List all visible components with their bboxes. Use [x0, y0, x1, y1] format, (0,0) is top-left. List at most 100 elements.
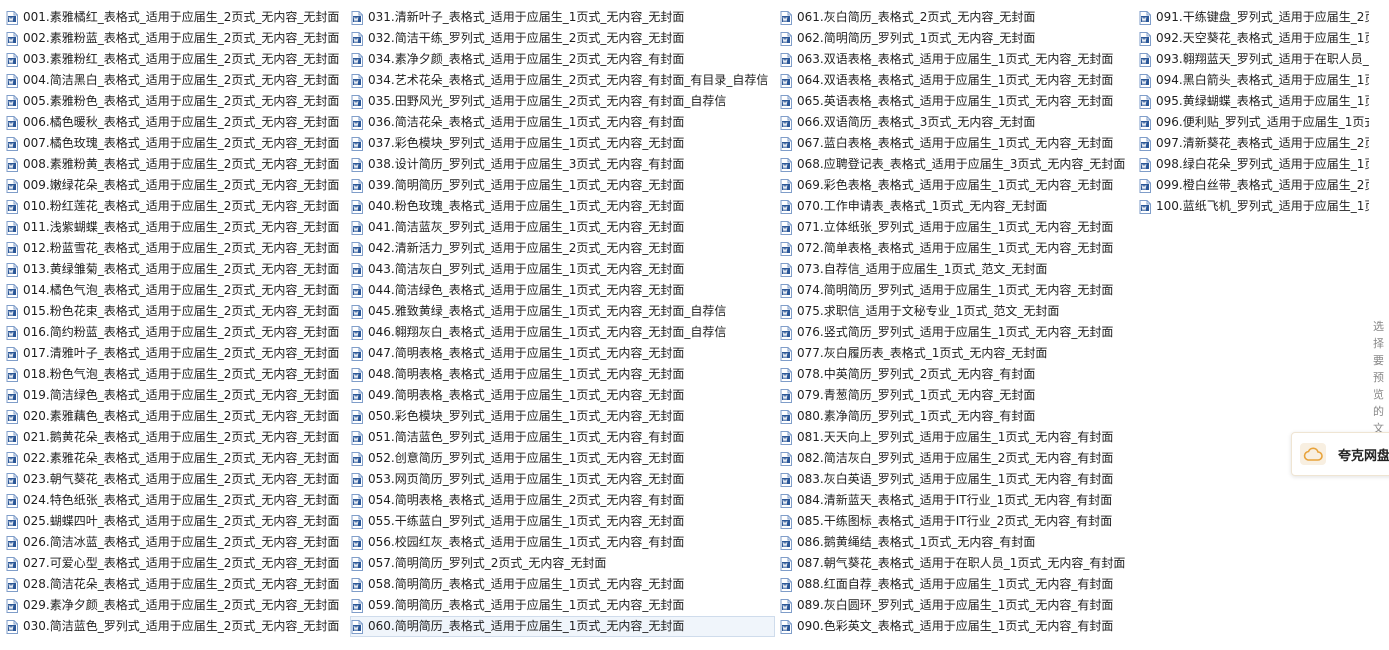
file-item[interactable]: 083.灰白英语_罗列式_适用于应届生_1页式_无内容_有封面 — [779, 469, 1134, 490]
file-item[interactable]: 079.青葱简历_罗列式_1页式_无内容_无封面 — [779, 385, 1134, 406]
file-item[interactable]: 007.橘色玫瑰_表格式_适用于应届生_2页式_无内容_无封面 — [5, 133, 345, 154]
file-item[interactable]: 004.简洁黑白_表格式_适用于应届生_2页式_无内容_无封面 — [5, 70, 345, 91]
file-item[interactable]: 093.翱翔蓝天_罗列式_适用于在职人员_2页式 — [1138, 49, 1369, 70]
file-item[interactable]: 088.红面自荐_表格式_适用于应届生_1页式_无内容_有封面 — [779, 574, 1134, 595]
file-item[interactable]: 096.便利贴_罗列式_适用于应届生_1页式 — [1138, 112, 1369, 133]
file-item[interactable]: 032.简洁干练_罗列式_适用于应届生_2页式_无内容_无封面 — [350, 28, 775, 49]
file-item[interactable]: 014.橘色气泡_表格式_适用于应届生_2页式_无内容_无封面 — [5, 280, 345, 301]
file-item[interactable]: 006.橘色暖秋_表格式_适用于应届生_2页式_无内容_无封面 — [5, 112, 345, 133]
file-item[interactable]: 053.网页简历_罗列式_适用于应届生_1页式_无内容_无封面 — [350, 469, 775, 490]
file-item[interactable]: 069.彩色表格_表格式_适用于应届生_1页式_无内容_无封面 — [779, 175, 1134, 196]
file-item[interactable]: 092.天空葵花_表格式_适用于应届生_1页式 — [1138, 28, 1369, 49]
file-item[interactable]: 034.素净夕颜_表格式_适用于应届生_2页式_无内容_有封面 — [350, 49, 775, 70]
file-item[interactable]: 017.清雅叶子_表格式_适用于应届生_2页式_无内容_无封面 — [5, 343, 345, 364]
file-item[interactable]: 008.素雅粉黄_表格式_适用于应届生_2页式_无内容_无封面 — [5, 154, 345, 175]
file-item[interactable]: 001.素雅橘红_表格式_适用于应届生_2页式_无内容_无封面 — [5, 7, 345, 28]
file-item[interactable]: 098.绿白花朵_罗列式_适用于应届生_1页式 — [1138, 154, 1369, 175]
file-item[interactable]: 074.简明简历_罗列式_适用于应届生_1页式_无内容_无封面 — [779, 280, 1134, 301]
file-item[interactable]: 038.设计简历_罗列式_适用于应届生_3页式_无内容_有封面 — [350, 154, 775, 175]
file-item[interactable]: 020.素雅藕色_表格式_适用于应届生_2页式_无内容_无封面 — [5, 406, 345, 427]
file-item[interactable]: 100.蓝纸飞机_罗列式_适用于应届生_1页式 — [1138, 196, 1369, 217]
file-item[interactable]: 024.特色纸张_表格式_适用于应届生_2页式_无内容_无封面 — [5, 490, 345, 511]
file-item[interactable]: 039.简明简历_罗列式_适用于应届生_1页式_无内容_无封面 — [350, 175, 775, 196]
file-item[interactable]: 075.求职信_适用于文秘专业_1页式_范文_无封面 — [779, 301, 1134, 322]
file-item[interactable]: 071.立体纸张_罗列式_适用于应届生_1页式_无内容_无封面 — [779, 217, 1134, 238]
file-item[interactable]: 094.黑白箭头_表格式_适用于应届生_1页式 — [1138, 70, 1369, 91]
file-item[interactable]: 062.简明简历_罗列式_1页式_无内容_无封面 — [779, 28, 1134, 49]
file-item[interactable]: 057.简明简历_罗列式_2页式_无内容_无封面 — [350, 553, 775, 574]
file-item[interactable]: 036.简洁花朵_表格式_适用于应届生_1页式_无内容_有封面 — [350, 112, 775, 133]
file-item[interactable]: 076.竖式简历_罗列式_适用于应届生_1页式_无内容_无封面 — [779, 322, 1134, 343]
file-item[interactable]: 087.朝气葵花_表格式_适用于在职人员_1页式_无内容_有封面 — [779, 553, 1134, 574]
file-item[interactable]: 002.素雅粉蓝_表格式_适用于应届生_2页式_无内容_无封面 — [5, 28, 345, 49]
file-item[interactable]: 028.简洁花朵_表格式_适用于应届生_2页式_无内容_无封面 — [5, 574, 345, 595]
file-item[interactable]: 061.灰白简历_表格式_2页式_无内容_无封面 — [779, 7, 1134, 28]
file-item[interactable]: 025.蝴蝶四叶_表格式_适用于应届生_2页式_无内容_无封面 — [5, 511, 345, 532]
file-item[interactable]: 005.素雅粉色_表格式_适用于应届生_2页式_无内容_无封面 — [5, 91, 345, 112]
file-item[interactable]: 034.艺术花朵_表格式_适用于应届生_2页式_无内容_有封面_有目录_自荐信 — [350, 70, 775, 91]
file-item[interactable]: 016.简约粉蓝_表格式_适用于应届生_2页式_无内容_无封面 — [5, 322, 345, 343]
file-item[interactable]: 035.田野风光_罗列式_适用于应届生_2页式_无内容_有封面_自荐信 — [350, 91, 775, 112]
file-item[interactable]: 060.简明简历_表格式_适用于应届生_1页式_无内容_无封面 — [350, 616, 775, 637]
file-item[interactable]: 064.双语表格_表格式_适用于应届生_1页式_无内容_无封面 — [779, 70, 1134, 91]
file-item[interactable]: 015.粉色花束_表格式_适用于应届生_2页式_无内容_无封面 — [5, 301, 345, 322]
file-item[interactable]: 051.简洁蓝色_罗列式_适用于应届生_1页式_无内容_有封面 — [350, 427, 775, 448]
file-item[interactable]: 041.简洁蓝灰_罗列式_适用于应届生_1页式_无内容_无封面 — [350, 217, 775, 238]
file-item[interactable]: 019.简洁绿色_表格式_适用于应届生_2页式_无内容_无封面 — [5, 385, 345, 406]
file-item[interactable]: 090.色彩英文_表格式_适用于应届生_1页式_无内容_有封面 — [779, 616, 1134, 637]
file-item[interactable]: 077.灰白履历表_表格式_1页式_无内容_无封面 — [779, 343, 1134, 364]
file-item[interactable]: 099.橙白丝带_表格式_适用于应届生_2页式 — [1138, 175, 1369, 196]
file-item[interactable]: 086.鹅黄绳结_表格式_1页式_无内容_有封面 — [779, 532, 1134, 553]
file-item[interactable]: 050.彩色模块_罗列式_适用于应届生_1页式_无内容_无封面 — [350, 406, 775, 427]
file-item[interactable]: 089.灰白圆环_罗列式_适用于应届生_1页式_无内容_有封面 — [779, 595, 1134, 616]
file-item[interactable]: 049.简明表格_表格式_适用于应届生_1页式_无内容_无封面 — [350, 385, 775, 406]
file-item[interactable]: 066.双语简历_表格式_3页式_无内容_无封面 — [779, 112, 1134, 133]
file-item[interactable]: 055.干练蓝白_罗列式_适用于应届生_1页式_无内容_无封面 — [350, 511, 775, 532]
file-item[interactable]: 011.浅紫蝴蝶_表格式_适用于应届生_2页式_无内容_无封面 — [5, 217, 345, 238]
file-item[interactable]: 003.素雅粉红_表格式_适用于应届生_2页式_无内容_无封面 — [5, 49, 345, 70]
file-item[interactable]: 063.双语表格_表格式_适用于应届生_1页式_无内容_无封面 — [779, 49, 1134, 70]
file-item[interactable]: 070.工作申请表_表格式_1页式_无内容_无封面 — [779, 196, 1134, 217]
file-item[interactable]: 048.简明表格_表格式_适用于应届生_1页式_无内容_无封面 — [350, 364, 775, 385]
file-item[interactable]: 052.创意简历_罗列式_适用于应届生_1页式_无内容_无封面 — [350, 448, 775, 469]
file-item[interactable]: 084.清新蓝天_表格式_适用于IT行业_1页式_无内容_有封面 — [779, 490, 1134, 511]
quark-cloud-popup[interactable]: 夸克网盘 — [1291, 432, 1389, 476]
file-item[interactable]: 012.粉蓝雪花_表格式_适用于应届生_2页式_无内容_无封面 — [5, 238, 345, 259]
file-item[interactable]: 040.粉色玫瑰_表格式_适用于应届生_1页式_无内容_无封面 — [350, 196, 775, 217]
file-item[interactable]: 013.黄绿雏菊_表格式_适用于应届生_2页式_无内容_无封面 — [5, 259, 345, 280]
file-item[interactable]: 054.简明表格_表格式_适用于应届生_2页式_无内容_有封面 — [350, 490, 775, 511]
file-item[interactable]: 056.校园红灰_表格式_适用于应届生_1页式_无内容_有封面 — [350, 532, 775, 553]
file-item[interactable]: 080.素净简历_罗列式_1页式_无内容_有封面 — [779, 406, 1134, 427]
file-item[interactable]: 081.天天向上_罗列式_适用于应届生_1页式_无内容_有封面 — [779, 427, 1134, 448]
file-item[interactable]: 045.雅致黄绿_表格式_适用于应届生_1页式_无内容_无封面_自荐信 — [350, 301, 775, 322]
file-item[interactable]: 065.英语表格_表格式_适用于应届生_1页式_无内容_无封面 — [779, 91, 1134, 112]
file-item[interactable]: 085.干练图标_表格式_适用于IT行业_2页式_无内容_有封面 — [779, 511, 1134, 532]
file-item[interactable]: 009.嫩绿花朵_表格式_适用于应届生_2页式_无内容_无封面 — [5, 175, 345, 196]
file-item[interactable]: 030.简洁蓝色_罗列式_适用于应届生_2页式_无内容_无封面 — [5, 616, 345, 637]
file-item[interactable]: 043.简洁灰白_罗列式_适用于应届生_1页式_无内容_无封面 — [350, 259, 775, 280]
file-item[interactable]: 078.中英简历_罗列式_2页式_无内容_有封面 — [779, 364, 1134, 385]
file-item[interactable]: 047.简明表格_表格式_适用于应届生_1页式_无内容_无封面 — [350, 343, 775, 364]
file-item[interactable]: 058.简明简历_表格式_适用于应届生_1页式_无内容_无封面 — [350, 574, 775, 595]
file-item[interactable]: 027.可爱心型_表格式_适用于应届生_2页式_无内容_无封面 — [5, 553, 345, 574]
file-item[interactable]: 037.彩色模块_罗列式_适用于应届生_1页式_无内容_无封面 — [350, 133, 775, 154]
file-item[interactable]: 059.简明简历_表格式_适用于应届生_1页式_无内容_无封面 — [350, 595, 775, 616]
file-item[interactable]: 029.素净夕颜_表格式_适用于应届生_2页式_无内容_无封面 — [5, 595, 345, 616]
file-item[interactable]: 095.黄绿蝴蝶_表格式_适用于应届生_1页式 — [1138, 91, 1369, 112]
file-item[interactable]: 022.素雅花朵_表格式_适用于应届生_2页式_无内容_无封面 — [5, 448, 345, 469]
file-item[interactable]: 031.清新叶子_表格式_适用于应届生_1页式_无内容_无封面 — [350, 7, 775, 28]
file-item[interactable]: 010.粉红莲花_表格式_适用于应届生_2页式_无内容_无封面 — [5, 196, 345, 217]
file-item[interactable]: 091.干练键盘_罗列式_适用于应届生_2页式 — [1138, 7, 1369, 28]
file-item[interactable]: 072.简单表格_表格式_适用于应届生_1页式_无内容_无封面 — [779, 238, 1134, 259]
file-item[interactable]: 023.朝气葵花_表格式_适用于应届生_2页式_无内容_无封面 — [5, 469, 345, 490]
file-item[interactable]: 018.粉色气泡_表格式_适用于应届生_2页式_无内容_无封面 — [5, 364, 345, 385]
file-item[interactable]: 046.翱翔灰白_表格式_适用于应届生_1页式_无内容_无封面_自荐信 — [350, 322, 775, 343]
file-item[interactable]: 021.鹅黄花朵_表格式_适用于应届生_2页式_无内容_无封面 — [5, 427, 345, 448]
file-item[interactable]: 068.应聘登记表_表格式_适用于应届生_3页式_无内容_无封面 — [779, 154, 1134, 175]
file-item[interactable]: 026.简洁冰蓝_表格式_适用于应届生_2页式_无内容_无封面 — [5, 532, 345, 553]
file-item[interactable]: 097.清新葵花_表格式_适用于应届生_2页式 — [1138, 133, 1369, 154]
file-item[interactable]: 082.简洁灰白_罗列式_适用于应届生_2页式_无内容_有封面 — [779, 448, 1134, 469]
file-item[interactable]: 042.清新活力_罗列式_适用于应届生_2页式_无内容_无封面 — [350, 238, 775, 259]
file-item[interactable]: 067.蓝白表格_表格式_适用于应届生_1页式_无内容_无封面 — [779, 133, 1134, 154]
file-item[interactable]: 044.简洁绿色_表格式_适用于应届生_1页式_无内容_无封面 — [350, 280, 775, 301]
